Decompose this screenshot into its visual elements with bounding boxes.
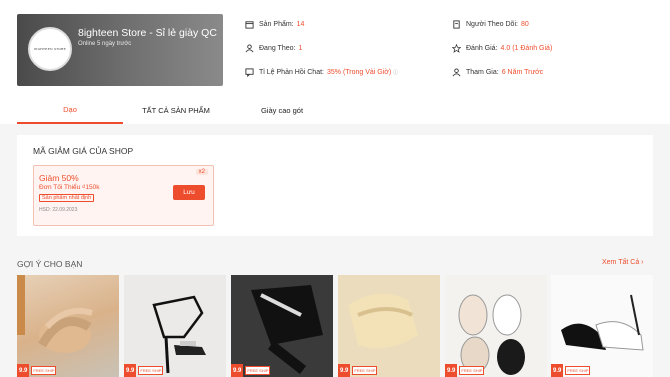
see-all-link[interactable]: Xem Tất Cả › <box>602 259 644 266</box>
shop-logo-text: 8IGHTEEN STORE <box>34 47 66 51</box>
product-card[interactable]: 9.9 FREE SHIP <box>124 275 226 377</box>
save-voucher-button[interactable]: Lưu <box>173 185 205 200</box>
voucher-min-order: Đơn Tối Thiểu ₫150k <box>39 184 100 191</box>
stat-following: Đang Theo: 1 <box>244 43 302 53</box>
product-card[interactable]: 9.9 FREE SHIP <box>231 275 333 377</box>
product-image <box>231 275 333 377</box>
user-joined-icon <box>451 67 461 77</box>
user-plus-icon <box>244 43 254 53</box>
voucher-count: x2 <box>195 169 208 175</box>
product-card[interactable]: 9.9 FREE SHIP <box>551 275 653 377</box>
voucher-expiry: HSD: 22.09.2023 <box>39 207 78 213</box>
product-image <box>17 275 93 353</box>
tab-home[interactable]: Dạo <box>17 96 123 124</box>
store-icon <box>244 19 254 29</box>
stat-products: Sản Phẩm: 14 <box>244 19 304 29</box>
product-card[interactable]: 9.9 FREE SHIP <box>338 275 440 377</box>
info-icon[interactable]: ⓘ <box>393 69 398 76</box>
voucher-section-title: MÃ GIẢM GIÁ CỦA SHOP <box>33 146 134 156</box>
product-card[interactable]: 9.9 FREE SHIP <box>445 275 547 377</box>
product-image <box>561 294 644 351</box>
stat-joined: Tham Gia: 6 Năm Trước <box>451 67 543 77</box>
voucher-tag: Sản phẩm nhất định <box>39 194 95 202</box>
product-card[interactable]: 9.9 FREE SHIP <box>17 275 119 377</box>
product-badge: 9.9 FREE SHIP <box>124 364 164 377</box>
chevron-right-icon: › <box>641 259 644 266</box>
star-icon <box>451 43 461 53</box>
stat-followers: Người Theo Dõi: 80 <box>451 19 529 29</box>
shop-avatar[interactable]: 8IGHTEEN STORE <box>28 27 72 71</box>
product-image <box>338 275 440 377</box>
shop-online-status: Online 5 ngày trước <box>78 41 132 47</box>
voucher-discount: Giảm 50% <box>39 173 79 183</box>
followers-icon <box>451 19 461 29</box>
voucher-card[interactable]: Giảm 50% Đơn Tối Thiểu ₫150k Sản phẩm nh… <box>33 165 214 226</box>
stat-rating: Đánh Giá: 4.0 (1 Đánh Giá) <box>451 43 552 53</box>
shop-name: 8ighteen Store - Sỉ lẻ giày QC <box>78 27 217 39</box>
stat-chat-response: Tỉ Lệ Phản Hồi Chat: 35% (Trong Vài Giờ) … <box>244 67 398 77</box>
shop-card[interactable]: 8IGHTEEN STORE 8ighteen Store - Sỉ lẻ gi… <box>17 14 223 86</box>
shop-tabs: Dạo TẤT CẢ SẢN PHẨM Giày cao gót <box>0 96 670 124</box>
shop-header: 8IGHTEEN STORE 8ighteen Store - Sỉ lẻ gi… <box>0 0 670 124</box>
product-image <box>458 294 525 375</box>
product-badge: 9.9 FREE SHIP <box>551 364 591 377</box>
tab-high-heels[interactable]: Giày cao gót <box>229 96 335 124</box>
product-badge: 9.9 FREE SHIP <box>338 364 378 377</box>
product-image <box>152 295 206 374</box>
product-badge: 9.9 FREE SHIP <box>445 364 485 377</box>
product-badge: 9.9 FREE SHIP <box>17 364 57 377</box>
tab-all-products[interactable]: TẤT CẢ SẢN PHẨM <box>123 96 229 124</box>
product-badge: 9.9 FREE SHIP <box>231 364 271 377</box>
chat-icon <box>244 67 254 77</box>
voucher-section: MÃ GIẢM GIÁ CỦA SHOP Giảm 50% Đơn Tối Th… <box>17 135 653 236</box>
recommend-title: GỢI Ý CHO BẠN <box>17 259 83 269</box>
